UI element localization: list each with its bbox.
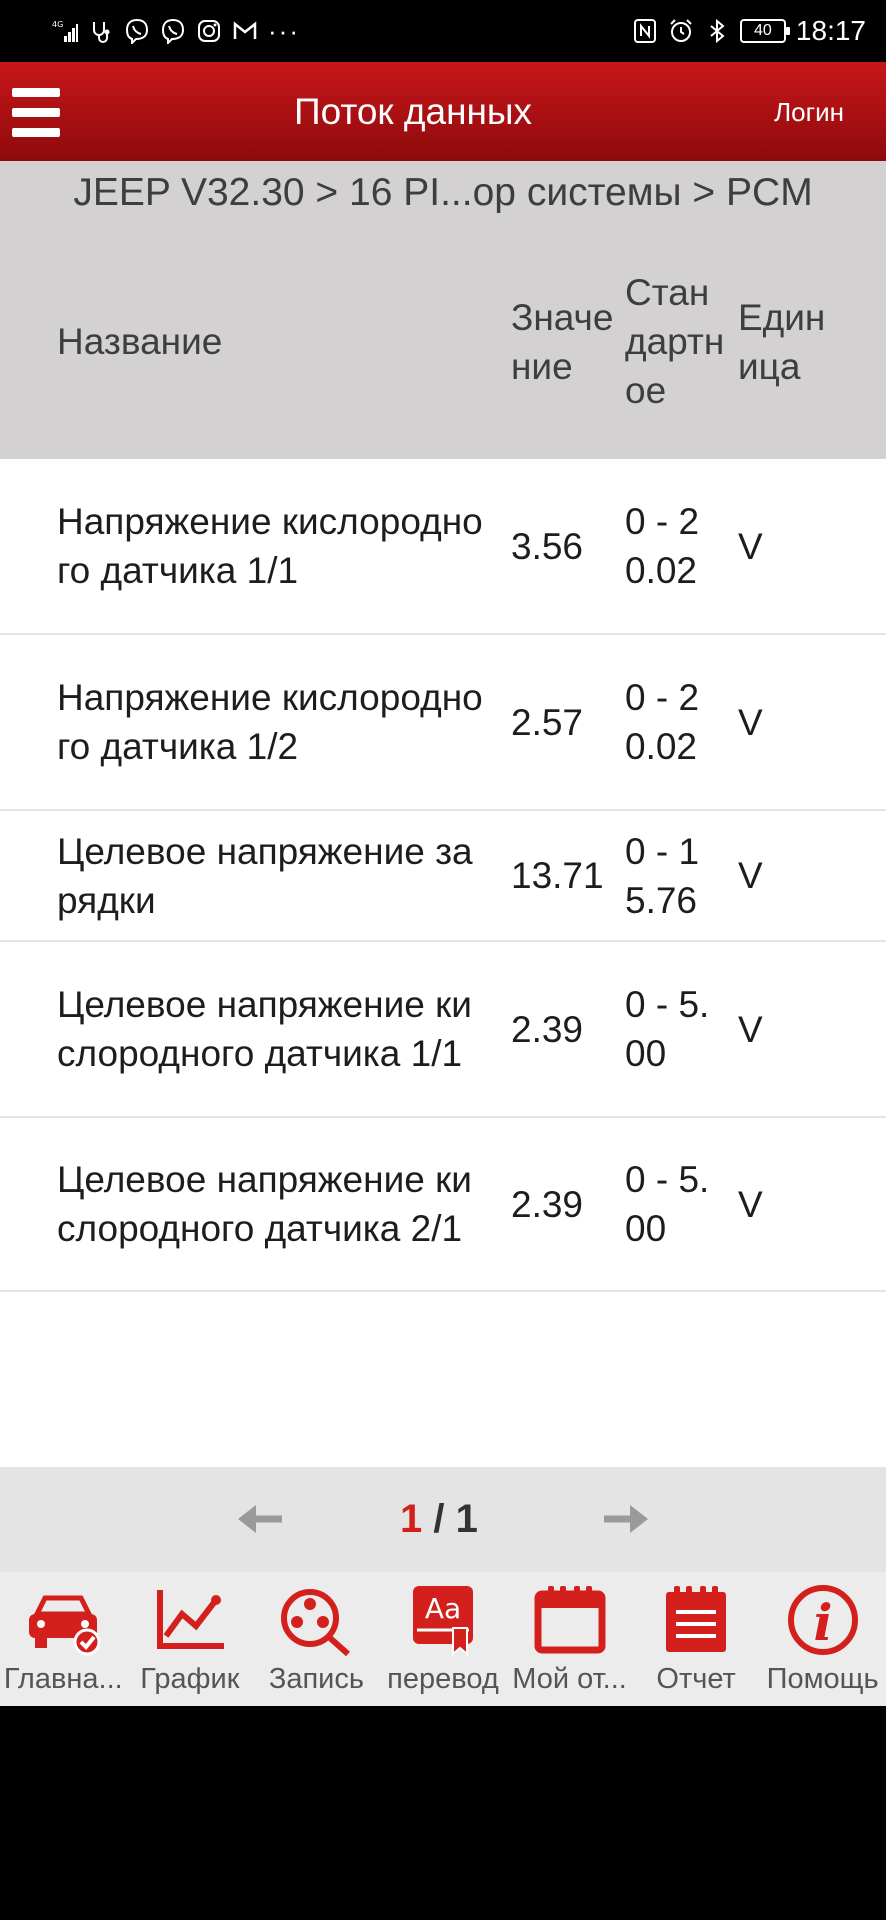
row-name: Целевое напряжение зарядки [57,830,473,921]
row-standard: 0 - 5.00 [625,1159,710,1249]
viber-icon-2 [160,18,186,46]
battery-icon: 40 [739,19,790,43]
nfc-icon [632,18,658,44]
info-icon: i [783,1584,863,1656]
calendar-icon [530,1584,610,1656]
row-unit: V [738,855,763,896]
row-value: 13.71 [511,855,604,896]
row-standard: 0 - 20.02 [625,501,700,591]
previous-page-icon[interactable] [236,1501,282,1537]
row-value: 2.39 [511,1183,584,1225]
nav-translate[interactable]: Aa перевод [380,1572,507,1706]
row-standard: 0 - 20.02 [625,677,700,767]
header-unit: Единица [738,296,826,387]
next-page-icon[interactable] [604,1501,650,1537]
network-signal-icon: 4G [52,18,78,44]
data-table: Напряжение кислородного датчика 1/1 3.56… [0,459,886,1292]
nav-label: Мой от... [512,1663,627,1695]
alarm-icon [668,18,694,44]
breadcrumb: JEEP V32.30 > 16 PI...ор системы > PCM [0,161,886,224]
nav-record[interactable]: Запись [253,1572,380,1706]
table-header: Название Значение Стандартное Единица [0,224,886,459]
table-row[interactable]: Целевое напряжение кислородного датчика … [0,942,886,1118]
nav-label: График [140,1663,240,1695]
row-unit: V [738,701,763,743]
nav-label: Отчет [656,1663,736,1695]
app-bar: Поток данных Логин [0,62,886,161]
nav-report[interactable]: Отчет [633,1572,760,1706]
total-pages: 1 [455,1497,478,1541]
system-nav-area [0,1706,886,1920]
row-value: 3.56 [511,525,584,567]
nav-label: перевод [387,1663,499,1695]
row-value: 2.39 [511,1008,584,1050]
row-name: Напряжение кислородного датчика 1/1 [57,501,483,591]
clock: 18:17 [795,15,866,46]
pager: 1 / 1 [0,1467,886,1572]
status-left-icons: 4G ··· [52,14,300,48]
empty-area [0,1292,886,1467]
row-name: Целевое напряжение кислородного датчика … [57,1159,472,1249]
row-standard: 0 - 5.00 [625,984,710,1074]
nav-graph[interactable]: График [127,1572,254,1706]
svg-text:4G: 4G [52,20,63,29]
nav-label: Запись [268,1663,364,1695]
instagram-icon [196,18,222,44]
page-separator: / [422,1497,456,1541]
bluetooth-icon [704,18,730,44]
nav-my-reports[interactable]: Мой от... [506,1572,633,1706]
status-bar: 4G ··· 40 18:17 [0,0,886,62]
translate-book-icon: Aa [403,1584,483,1657]
page-title: Поток данных [293,91,533,132]
row-unit: V [738,1183,763,1225]
stethoscope-icon [88,18,114,44]
page-indicator: 1 / 1 [400,1495,478,1543]
svg-text:i: i [813,1593,832,1652]
row-unit: V [738,525,763,567]
status-right-icons: 40 18:17 [632,12,866,50]
row-name: Напряжение кислородного датчика 1/2 [57,677,483,767]
row-name: Целевое напряжение кислородного датчика … [57,984,472,1074]
nav-label: Главна... [3,1663,123,1695]
header-name: Название [57,321,223,362]
current-page: 1 [400,1497,423,1541]
row-standard: 0 - 15.76 [625,830,700,921]
header-value: Значение [511,296,614,387]
graph-icon [150,1584,230,1656]
login-button[interactable]: Логин [774,96,844,128]
table-row[interactable]: Напряжение кислородного датчика 1/1 3.56… [0,459,886,635]
table-row[interactable]: Целевое напряжение зарядки 13.71 0 - 15.… [0,811,886,942]
header-standard: Стандартное [625,272,725,411]
gmail-icon [232,18,258,44]
table-row[interactable]: Целевое напряжение кислородного датчика … [0,1118,886,1292]
nav-label: Помощь [766,1663,879,1695]
film-reel-search-icon [276,1584,356,1657]
car-check-icon [23,1584,103,1656]
row-value: 2.57 [511,701,584,743]
more-notifications-icon: ··· [268,16,300,46]
nav-home[interactable]: Главна... [0,1572,127,1706]
nav-help[interactable]: i Помощь [759,1572,886,1706]
bottom-nav: Главна... График Запись Aa перевод Мой о… [0,1572,886,1706]
table-row[interactable]: Напряжение кислородного датчика 1/2 2.57… [0,635,886,811]
svg-text:Aa: Aa [425,1592,461,1625]
viber-icon [124,18,150,46]
report-notepad-icon [656,1584,736,1656]
row-unit: V [738,1008,763,1050]
